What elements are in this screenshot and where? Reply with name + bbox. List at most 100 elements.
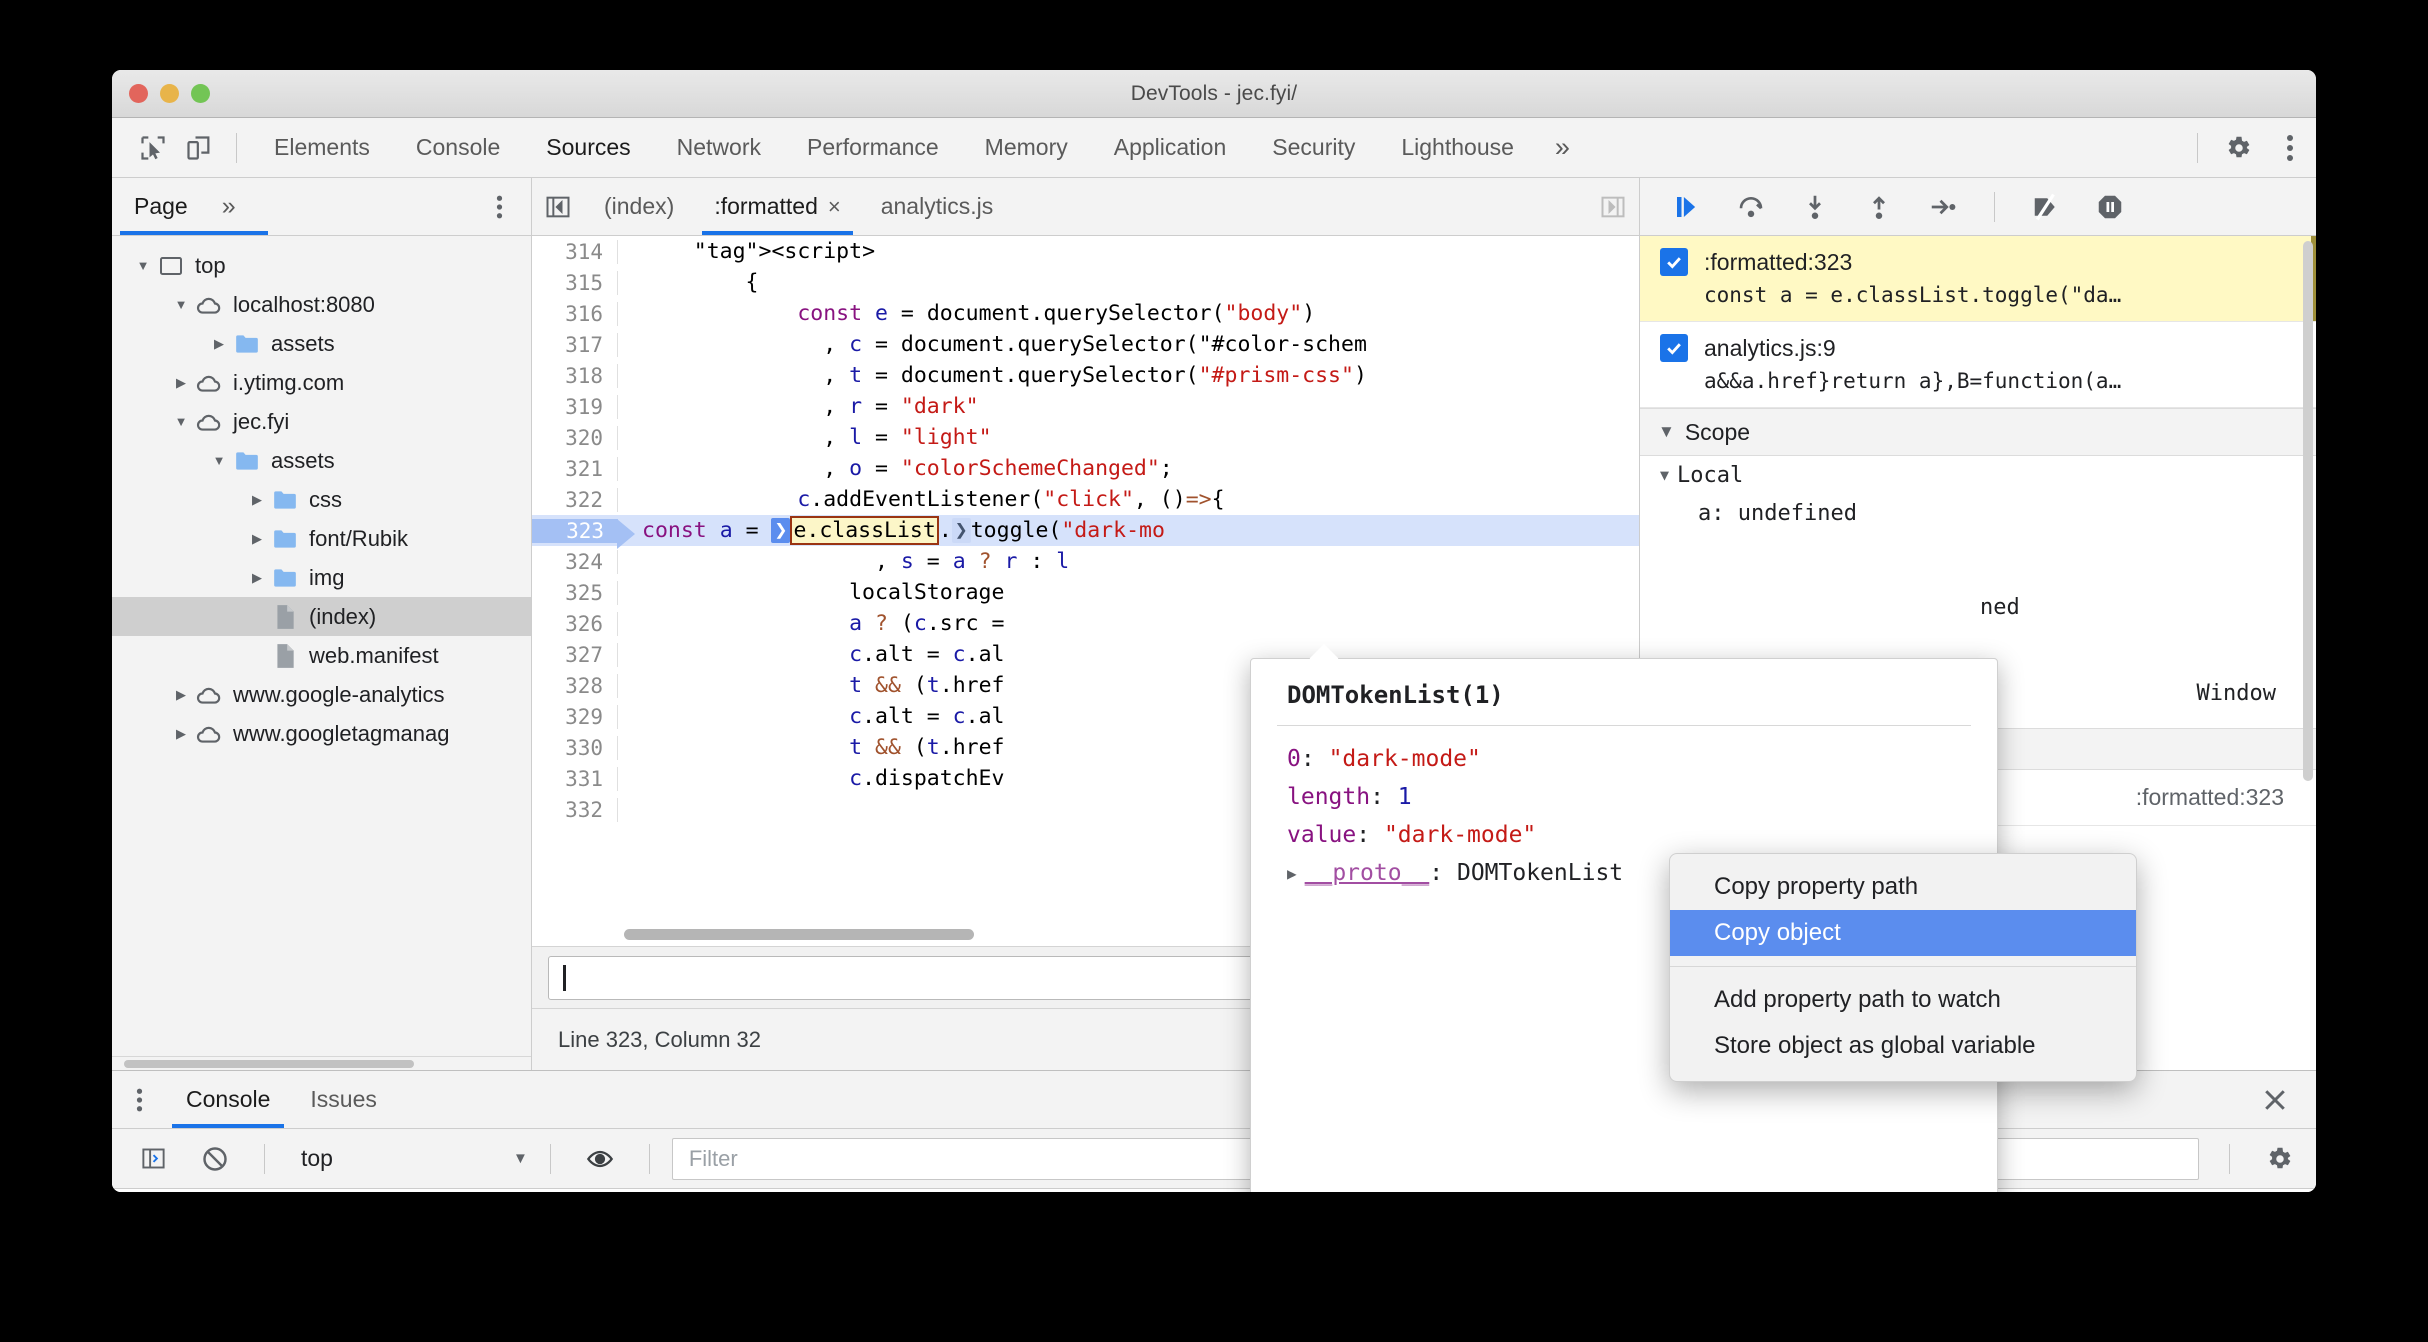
tree-item--index-[interactable]: (index) — [112, 597, 531, 636]
line-number[interactable]: 331 — [532, 766, 618, 791]
context-menu-item-store-object-as-global-variable[interactable]: Store object as global variable — [1670, 1023, 2136, 1069]
tab-console[interactable]: Console — [393, 118, 523, 177]
line-number[interactable]: 332 — [532, 797, 618, 822]
tree-item-font-rubik[interactable]: ▶ font/Rubik — [112, 519, 531, 558]
kebab-menu-icon[interactable] — [2264, 126, 2316, 170]
popover-property-row[interactable]: value: "dark-mode" — [1251, 816, 1997, 854]
scope-section-header[interactable]: ▼ Scope — [1640, 408, 2316, 456]
line-number[interactable]: 327 — [532, 642, 618, 667]
drawer-kebab-menu-icon[interactable] — [112, 1078, 166, 1122]
navigator-more-button[interactable]: » — [210, 192, 248, 221]
editor-tab-index[interactable]: (index) — [584, 178, 694, 235]
more-tabs-button[interactable]: » — [1537, 132, 1588, 163]
chevron-right-icon[interactable]: ▶ — [168, 375, 194, 391]
navigator-tab-page[interactable]: Page — [112, 178, 210, 235]
code-line[interactable]: 316 const e = document.querySelector("bo… — [532, 298, 1639, 329]
popover-property-row[interactable]: length: 1 — [1251, 778, 1997, 816]
code-line[interactable]: 325 localStorage — [532, 577, 1639, 608]
chevron-down-icon[interactable]: ▼ — [168, 414, 194, 429]
code-line[interactable]: 314 "tag"><script> — [532, 236, 1639, 267]
line-number[interactable]: 328 — [532, 673, 618, 698]
tree-item-top[interactable]: ▼ top — [112, 246, 531, 285]
chevron-right-icon[interactable]: ▶ — [1287, 864, 1297, 883]
tree-item-web-manifest[interactable]: web.manifest — [112, 636, 531, 675]
clear-console-icon[interactable] — [188, 1136, 242, 1182]
line-number[interactable]: 320 — [532, 425, 618, 450]
live-expression-icon[interactable] — [573, 1136, 627, 1182]
line-number[interactable]: 330 — [532, 735, 618, 760]
code-line[interactable]: 324 , s = a ? r : l — [532, 546, 1639, 577]
tab-scroll-right-icon[interactable] — [1587, 178, 1639, 236]
console-sidebar-icon[interactable] — [126, 1136, 180, 1182]
tab-elements[interactable]: Elements — [251, 118, 393, 177]
popover-property-row[interactable]: 0: "dark-mode" — [1251, 740, 1997, 778]
scope-variable-a[interactable]: a: undefined — [1640, 494, 2316, 532]
code-line[interactable]: 326 a ? (c.src = — [532, 608, 1639, 639]
context-menu-item-copy-object[interactable]: Copy object — [1670, 910, 2136, 956]
tab-security[interactable]: Security — [1249, 118, 1378, 177]
breakpoint-checkbox[interactable] — [1660, 248, 1688, 276]
gear-icon[interactable] — [2252, 1136, 2306, 1182]
tab-network[interactable]: Network — [654, 118, 784, 177]
code-line[interactable]: 319 , r = "dark" — [532, 391, 1639, 422]
scope-variable-occluded[interactable]: ned — [1640, 588, 2316, 626]
chevron-down-icon[interactable]: ▼ — [130, 258, 156, 273]
tree-item-www-google-analytics[interactable]: ▶ www.google-analytics — [112, 675, 531, 714]
drawer-tab-console[interactable]: Console — [166, 1071, 290, 1128]
chevron-right-icon[interactable]: ▶ — [168, 726, 194, 742]
step-icon[interactable] — [1916, 184, 1970, 230]
line-number[interactable]: 322 — [532, 487, 618, 512]
close-icon[interactable]: × — [828, 194, 841, 220]
tree-item-css[interactable]: ▶ css — [112, 480, 531, 519]
line-number[interactable]: 325 — [532, 580, 618, 605]
navigator-kebab-menu-icon[interactable] — [479, 187, 519, 227]
code-line[interactable]: 320 , l = "light" — [532, 422, 1639, 453]
debugger-vscrollbar[interactable] — [2303, 241, 2313, 781]
deactivate-breakpoints-icon[interactable] — [2019, 184, 2073, 230]
tab-scroll-left-icon[interactable] — [532, 178, 584, 236]
line-number[interactable]: 318 — [532, 363, 618, 388]
tree-item-i-ytimg-com[interactable]: ▶ i.ytimg.com — [112, 363, 531, 402]
pause-on-exceptions-icon[interactable] — [2083, 184, 2137, 230]
context-menu-item-add-property-path-to-watch[interactable]: Add property path to watch — [1670, 977, 2136, 1023]
tab-memory[interactable]: Memory — [962, 118, 1091, 177]
chevron-right-icon[interactable]: ▶ — [206, 336, 232, 352]
device-toolbar-icon[interactable] — [176, 126, 222, 170]
tree-item-img[interactable]: ▶ img — [112, 558, 531, 597]
drawer-tab-issues[interactable]: Issues — [290, 1071, 396, 1128]
line-number[interactable]: 326 — [532, 611, 618, 636]
console-context-selector[interactable]: top — [287, 1145, 347, 1172]
line-number[interactable]: 316 — [532, 301, 618, 326]
chevron-down-icon[interactable]: ▼ — [168, 297, 194, 312]
step-over-icon[interactable] — [1724, 184, 1778, 230]
breakpoint-checkbox[interactable] — [1660, 334, 1688, 362]
close-icon[interactable] — [2260, 1085, 2290, 1115]
line-number[interactable]: 329 — [532, 704, 618, 729]
code-line[interactable]: 317 , c = document.querySelector("#color… — [532, 329, 1639, 360]
tree-item-assets[interactable]: ▶ assets — [112, 324, 531, 363]
code-line[interactable]: 323 const a = ❯ e.classList. ❯ toggle("dark-… — [532, 515, 1639, 549]
editor-tab-formatted[interactable]: :formatted × — [694, 178, 860, 235]
line-number[interactable]: 321 — [532, 456, 618, 481]
chevron-down-icon[interactable]: ▼ — [513, 1150, 528, 1167]
tab-application[interactable]: Application — [1091, 118, 1250, 177]
chevron-right-icon[interactable]: ▶ — [244, 570, 270, 586]
chevron-right-icon[interactable]: ▶ — [244, 531, 270, 547]
line-number[interactable]: 314 — [532, 239, 618, 264]
code-line[interactable]: 318 , t = document.querySelector("#prism… — [532, 360, 1639, 391]
line-number[interactable]: 319 — [532, 394, 618, 419]
breakpoint-item[interactable]: :formatted:323 const a = e.classList.tog… — [1640, 236, 2316, 322]
breakpoint-item[interactable]: analytics.js:9 a&&a.href}return a},B=fun… — [1640, 322, 2316, 408]
navigator-hscrollbar[interactable] — [112, 1056, 531, 1070]
tree-item-jec-fyi[interactable]: ▼ jec.fyi — [112, 402, 531, 441]
line-number[interactable]: 324 — [532, 549, 618, 574]
line-number[interactable]: 317 — [532, 332, 618, 357]
inspect-cursor-icon[interactable] — [130, 126, 176, 170]
tab-sources[interactable]: Sources — [523, 118, 653, 177]
context-menu-item-copy-property-path[interactable]: Copy property path — [1670, 864, 2136, 910]
resume-script-icon[interactable] — [1660, 184, 1714, 230]
tree-item-localhost-8080[interactable]: ▼ localhost:8080 — [112, 285, 531, 324]
step-into-icon[interactable] — [1788, 184, 1842, 230]
editor-tab-analytics[interactable]: analytics.js — [861, 178, 1013, 235]
scope-group-local[interactable]: ▼ Local — [1640, 456, 2316, 494]
